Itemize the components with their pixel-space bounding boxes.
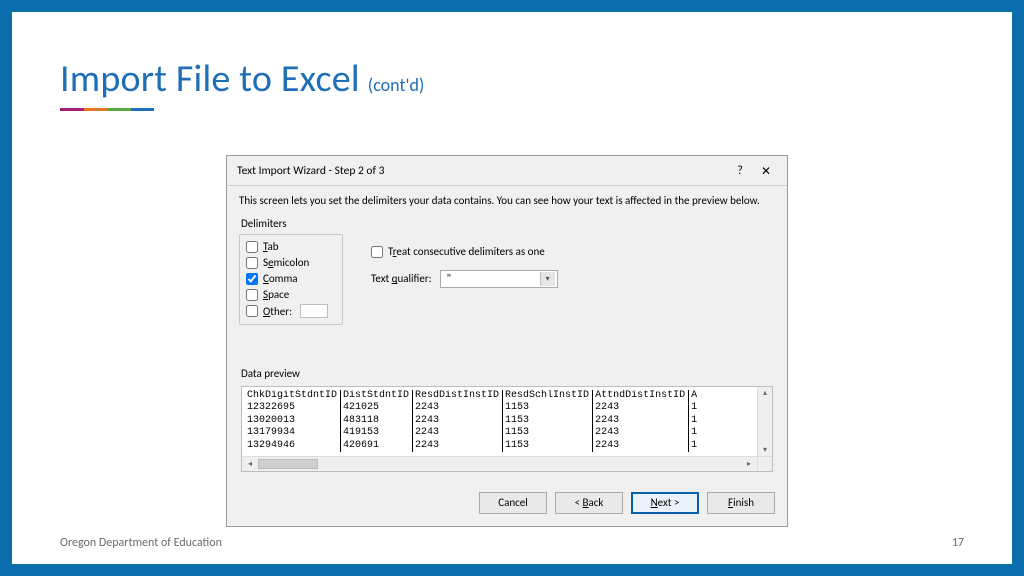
- treat-consecutive-checkbox[interactable]: [371, 246, 383, 258]
- delimiter-tab-checkbox[interactable]: [246, 241, 258, 253]
- slide-title: Import File to Excel: [60, 56, 360, 102]
- text-qualifier-select[interactable]: " ▾: [440, 270, 558, 288]
- cancel-button[interactable]: Cancel: [479, 492, 547, 514]
- close-button[interactable]: ✕: [753, 162, 779, 180]
- table-row: 132949464206912243115322431: [245, 440, 700, 453]
- chevron-down-icon: ▾: [540, 272, 555, 286]
- slide-title-group: Import File to Excel (cont'd): [60, 56, 964, 102]
- next-button[interactable]: Next >: [631, 492, 699, 514]
- delimiter-semicolon-checkbox[interactable]: [246, 257, 258, 269]
- dialog-button-row: Cancel < Back Next > Finish: [227, 482, 787, 526]
- scrollbar-track[interactable]: [318, 457, 741, 471]
- data-preview-heading: Data preview: [239, 367, 775, 380]
- data-preview-content: ChkDigitStdntID DistStdntID ResdDistInst…: [245, 390, 755, 454]
- delimiter-comma-checkbox[interactable]: [246, 273, 258, 285]
- title-accent-rule: [60, 108, 154, 111]
- delimiter-semicolon[interactable]: Semicolon: [246, 255, 336, 271]
- dialog-intro-text: This screen lets you set the delimiters …: [239, 194, 775, 209]
- text-qualifier-value: ": [447, 272, 451, 285]
- scroll-down-icon: ▾: [758, 444, 772, 456]
- delimiter-comma[interactable]: Comma: [246, 271, 336, 287]
- slide-border: Import File to Excel (cont'd) Text Impor…: [0, 0, 1024, 576]
- data-preview-table: ChkDigitStdntID DistStdntID ResdDistInst…: [245, 390, 700, 453]
- vertical-scrollbar[interactable]: ▴ ▾: [757, 387, 772, 456]
- delimiter-tab[interactable]: Tab: [246, 239, 336, 255]
- text-import-wizard-dialog: Text Import Wizard - Step 2 of 3 ? ✕ Thi…: [226, 155, 788, 527]
- dialog-titlebar: Text Import Wizard - Step 2 of 3 ? ✕: [227, 156, 787, 186]
- delimiter-options-right: Treat consecutive delimiters as one Text…: [371, 234, 558, 288]
- text-qualifier-row: Text qualifier: " ▾: [371, 270, 558, 288]
- slide-content: Import File to Excel (cont'd) Text Impor…: [12, 12, 1012, 564]
- treat-consecutive-option[interactable]: Treat consecutive delimiters as one: [371, 244, 558, 260]
- slide-subtitle: (cont'd): [368, 74, 425, 96]
- delimiter-other-input[interactable]: [300, 304, 328, 318]
- horizontal-scrollbar[interactable]: ◂ ▸: [242, 456, 772, 471]
- table-row: 131799344191532243115322431: [245, 427, 700, 440]
- delimiter-other-checkbox[interactable]: [246, 305, 258, 317]
- table-row: 130200134831182243115322431: [245, 415, 700, 428]
- delimiters-heading: Delimiters: [239, 217, 775, 230]
- finish-button[interactable]: Finish: [707, 492, 775, 514]
- scroll-left-icon: ◂: [242, 457, 258, 471]
- back-button[interactable]: < Back: [555, 492, 623, 514]
- footer-org: Oregon Department of Education: [60, 536, 222, 550]
- scrollbar-thumb[interactable]: [258, 459, 318, 469]
- dialog-body: This screen lets you set the delimiters …: [227, 186, 787, 482]
- scroll-right-icon: ▸: [741, 457, 757, 471]
- scrollbar-corner: [757, 457, 772, 471]
- table-row: 123226954210252243115322431: [245, 402, 700, 415]
- delimiter-other[interactable]: Other:: [246, 303, 336, 320]
- page-number: 17: [952, 536, 964, 550]
- table-header-row: ChkDigitStdntID DistStdntID ResdDistInst…: [245, 390, 700, 403]
- delimiter-space[interactable]: Space: [246, 287, 336, 303]
- data-preview-box: ChkDigitStdntID DistStdntID ResdDistInst…: [241, 386, 773, 472]
- delimiter-space-checkbox[interactable]: [246, 289, 258, 301]
- help-button[interactable]: ?: [727, 162, 753, 180]
- dialog-title: Text Import Wizard - Step 2 of 3: [237, 164, 727, 178]
- text-qualifier-label: Text qualifier:: [371, 272, 432, 285]
- scroll-up-icon: ▴: [758, 387, 772, 399]
- delimiters-group: Tab Semicolon Comma Space: [239, 234, 343, 325]
